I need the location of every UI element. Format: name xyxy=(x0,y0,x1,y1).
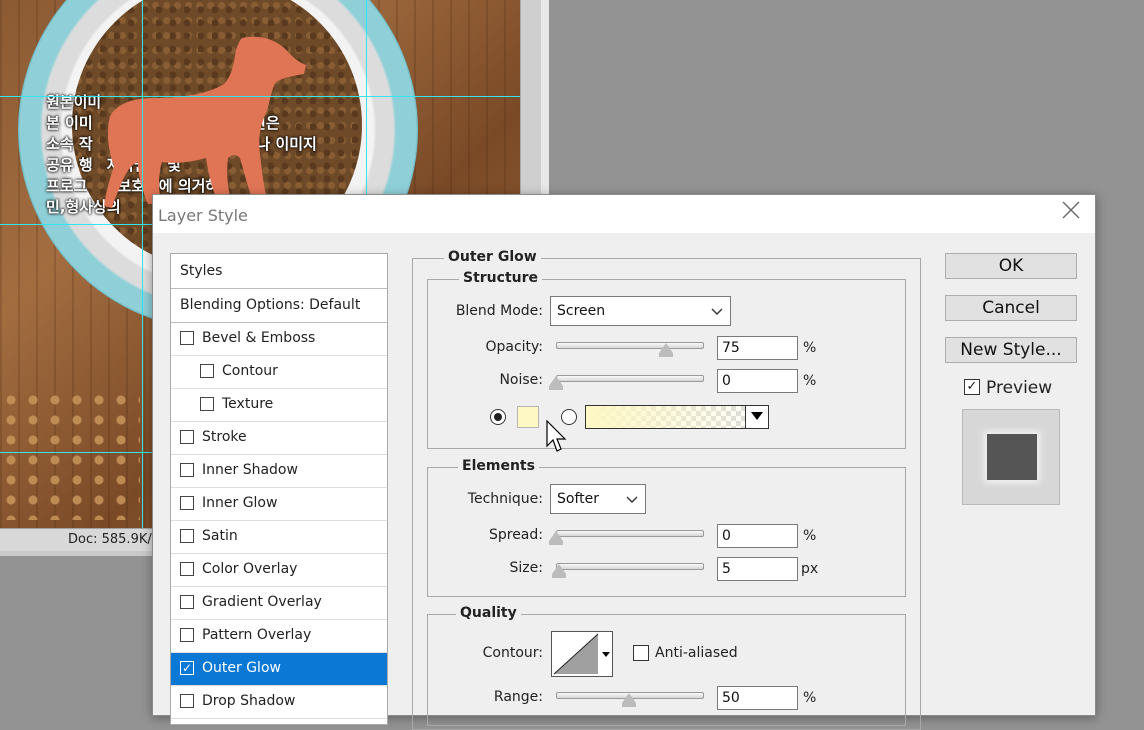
blend-mode-dropdown[interactable]: Screen xyxy=(550,296,731,326)
noise-input[interactable] xyxy=(717,369,798,393)
anti-aliased-label: Anti-aliased xyxy=(655,645,738,661)
spread-label: Spread: xyxy=(488,527,543,543)
style-item-color-overlay[interactable]: Color Overlay xyxy=(171,554,387,587)
blending-options-item[interactable]: Blending Options: Default xyxy=(171,290,387,323)
blend-mode-value: Screen xyxy=(557,303,606,319)
satin-checkbox[interactable] xyxy=(180,529,194,543)
overlay-line: 본 이미 xyxy=(46,114,93,132)
style-item-gradient-overlay[interactable]: Gradient Overlay xyxy=(171,587,387,620)
opacity-slider-thumb[interactable] xyxy=(658,343,673,357)
texture-checkbox[interactable] xyxy=(200,397,214,411)
technique-dropdown[interactable]: Softer xyxy=(550,484,646,514)
cancel-button[interactable]: Cancel xyxy=(945,295,1077,321)
range-input[interactable] xyxy=(717,686,798,710)
size-unit: px xyxy=(801,561,819,577)
guide-vertical[interactable] xyxy=(142,0,143,528)
contour-label: Contour: xyxy=(482,645,543,661)
opacity-unit: % xyxy=(803,340,817,356)
size-input[interactable] xyxy=(717,557,798,581)
style-item-inner-shadow[interactable]: Inner Shadow xyxy=(171,455,387,488)
opacity-label: Opacity: xyxy=(485,339,543,355)
overlay-line: 프로그 xyxy=(46,177,88,195)
dog-silhouette-shape[interactable] xyxy=(92,32,312,212)
inner-glow-checkbox[interactable] xyxy=(180,496,194,510)
quality-group xyxy=(427,614,906,726)
doc-size-readout[interactable]: Doc: 585.9K/ xyxy=(68,532,152,547)
anti-aliased-checkbox[interactable] xyxy=(633,645,649,661)
dialog-titlebar[interactable]: Layer Style xyxy=(153,195,1095,233)
size-slider-thumb[interactable] xyxy=(551,564,566,578)
style-item-outer-glow[interactable]: ✓ Outer Glow xyxy=(171,653,387,686)
guide-horizontal[interactable] xyxy=(0,96,520,97)
style-item-satin[interactable]: Satin xyxy=(171,521,387,554)
elements-title: Elements xyxy=(458,458,539,474)
glow-color-swatch[interactable] xyxy=(517,406,539,428)
quality-title: Quality xyxy=(456,605,521,621)
style-item-inner-glow[interactable]: Inner Glow xyxy=(171,488,387,521)
style-item-texture[interactable]: Texture xyxy=(171,389,387,422)
glow-gradient-picker[interactable] xyxy=(585,405,769,429)
contour-picker[interactable] xyxy=(551,631,613,677)
inner-shadow-checkbox[interactable] xyxy=(180,463,194,477)
ok-button[interactable]: OK xyxy=(945,253,1077,279)
spread-unit: % xyxy=(803,528,817,544)
triangle-down-icon xyxy=(751,412,763,420)
size-label: Size: xyxy=(509,560,543,576)
opacity-slider[interactable] xyxy=(556,342,704,349)
spread-input[interactable] xyxy=(717,524,798,548)
style-item-bevel-emboss[interactable]: Bevel & Emboss xyxy=(171,323,387,356)
styles-list-panel: Styles Blending Options: Default Bevel &… xyxy=(170,253,388,725)
noise-slider[interactable] xyxy=(556,375,704,382)
range-slider-thumb[interactable] xyxy=(622,693,636,707)
blend-mode-label: Blend Mode: xyxy=(455,303,543,319)
style-item-stroke[interactable]: Stroke xyxy=(171,422,387,455)
overlay-line: 공유 행 xyxy=(46,156,93,174)
styles-header[interactable]: Styles xyxy=(171,254,387,289)
gradient-overlay-checkbox[interactable] xyxy=(180,595,194,609)
preview-checkbox[interactable]: ✓ xyxy=(964,379,980,395)
pattern-overlay-checkbox[interactable] xyxy=(180,628,194,642)
layer-style-dialog: Layer Style Styles Blending Options: Def… xyxy=(152,194,1096,730)
new-style-button[interactable]: New Style... xyxy=(945,337,1077,363)
chevron-down-icon xyxy=(711,308,723,315)
structure-title: Structure xyxy=(459,270,543,286)
noise-unit: % xyxy=(803,373,817,389)
style-item-contour[interactable]: Contour xyxy=(171,356,387,389)
outer-glow-title: Outer Glow xyxy=(444,249,541,265)
technique-label: Technique: xyxy=(467,491,543,507)
color-overlay-checkbox[interactable] xyxy=(180,562,194,576)
gradient-dropdown-button[interactable] xyxy=(745,405,769,429)
noise-slider-thumb[interactable] xyxy=(549,376,563,390)
drop-shadow-checkbox[interactable] xyxy=(180,694,194,708)
bevel-emboss-checkbox[interactable] xyxy=(180,331,194,345)
scattered-kibble-image xyxy=(0,390,140,520)
range-label: Range: xyxy=(493,689,543,705)
spread-slider[interactable] xyxy=(556,530,704,537)
spread-slider-thumb[interactable] xyxy=(549,531,563,545)
close-icon xyxy=(1062,201,1080,219)
dialog-title: Layer Style xyxy=(158,206,248,225)
style-item-drop-shadow[interactable]: Drop Shadow xyxy=(171,686,387,719)
style-item-pattern-overlay[interactable]: Pattern Overlay xyxy=(171,620,387,653)
noise-label: Noise: xyxy=(499,372,543,388)
opacity-input[interactable] xyxy=(717,336,798,360)
chevron-down-icon xyxy=(626,496,638,503)
style-preview-thumbnail xyxy=(962,409,1060,505)
overlay-line: 소속 작 xyxy=(46,135,93,153)
preview-label: Preview xyxy=(986,378,1053,398)
contour-linear-icon xyxy=(553,633,610,675)
solid-color-radio[interactable] xyxy=(490,409,506,425)
contour-checkbox[interactable] xyxy=(200,364,214,378)
technique-value: Softer xyxy=(557,491,599,507)
range-unit: % xyxy=(803,690,817,706)
close-button[interactable] xyxy=(1059,201,1083,225)
outer-glow-checkbox[interactable]: ✓ xyxy=(180,661,194,675)
stroke-checkbox[interactable] xyxy=(180,430,194,444)
size-slider[interactable] xyxy=(556,563,704,570)
mouse-cursor-icon xyxy=(546,420,567,452)
